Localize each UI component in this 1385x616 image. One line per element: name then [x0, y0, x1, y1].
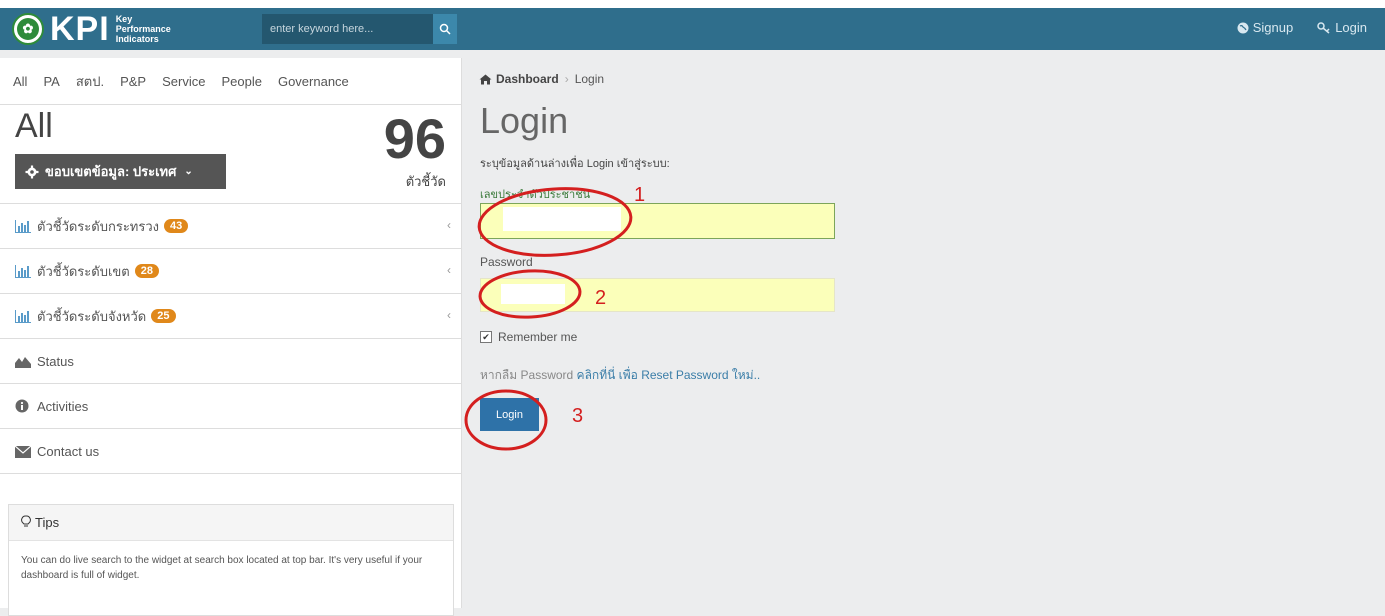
redacted-value — [503, 207, 621, 231]
lightbulb-icon — [21, 515, 31, 531]
indicator-count: 96 — [383, 107, 446, 170]
password-label: Password — [480, 255, 533, 269]
scope-label: ขอบเขตข้อมูล: ประเทศ — [45, 164, 177, 179]
redacted-value — [501, 284, 565, 304]
globe-icon — [1237, 22, 1249, 33]
top-navbar: ✿ KPI Key Performance Indicators enter k… — [0, 0, 1385, 50]
summary-heading: All — [15, 107, 53, 145]
category-tabs: All PA สตป. P&P Service People Governanc… — [0, 58, 461, 105]
indicator-count-label: ตัวชี้วัด — [405, 174, 446, 189]
tab-service[interactable]: Service — [154, 74, 213, 89]
home-icon — [479, 74, 492, 84]
tips-header: Tips — [9, 505, 453, 541]
tab-all[interactable]: All — [0, 74, 35, 89]
sidebar-item-label: Contact us — [37, 443, 100, 459]
breadcrumb: Dashboard › Login — [479, 72, 604, 86]
info-circle-icon — [15, 399, 31, 413]
tips-title: Tips — [35, 515, 60, 530]
login-button[interactable]: Login — [480, 398, 539, 431]
signup-link[interactable]: Signup — [1237, 20, 1293, 35]
login-label: Login — [1335, 20, 1367, 35]
search-button[interactable] — [433, 14, 457, 44]
ministry-emblem-icon: ✿ — [12, 13, 44, 45]
summary-panel: All ขอบเขตข้อมูล: ประเทศ ⌄ 96 ตัวชี้วัด — [0, 105, 461, 204]
search-icon — [439, 23, 451, 35]
password-field[interactable] — [480, 278, 835, 312]
logo-subtitle: Key Performance Indicators — [115, 14, 171, 44]
logo-text: KPI — [50, 10, 110, 48]
count-badge: 25 — [151, 309, 176, 323]
remember-me[interactable]: ✔ Remember me — [480, 330, 577, 344]
bar-chart-icon — [15, 219, 31, 233]
page-title: Login — [480, 100, 569, 141]
annotation-number-2: 2 — [595, 287, 607, 309]
remember-checkbox[interactable]: ✔ — [480, 331, 492, 343]
sidebar-item-activities[interactable]: Activities — [0, 384, 461, 429]
sidebar: All PA สตป. P&P Service People Governanc… — [0, 58, 462, 616]
tab-people[interactable]: People — [213, 74, 269, 89]
tips-panel: Tips You can do live search to the widge… — [8, 504, 454, 616]
envelope-icon — [15, 444, 31, 458]
login-instructions: ระบุข้อมูลด้านล่างเพื่อ Login เข้าสู่ระบ… — [480, 158, 670, 170]
sidebar-item-label: Activities — [37, 398, 89, 414]
tab-pnp[interactable]: P&P — [112, 74, 154, 89]
sidebar-item-contact[interactable]: Contact us — [0, 429, 461, 474]
annotation-number-3: 3 — [572, 405, 584, 427]
scope-dropdown[interactable]: ขอบเขตข้อมูล: ประเทศ ⌄ — [15, 154, 226, 189]
count-badge: 28 — [134, 264, 159, 278]
login-link[interactable]: Login — [1317, 20, 1367, 35]
chevron-left-icon: ‹ — [447, 308, 451, 322]
breadcrumb-home[interactable]: Dashboard — [496, 72, 559, 86]
sidebar-item-label: Status — [37, 353, 74, 369]
breadcrumb-current: Login — [574, 72, 605, 86]
gear-icon — [25, 165, 39, 178]
sidebar-item-status[interactable]: Status — [0, 339, 461, 384]
annotation-number-1: 1 — [634, 184, 646, 206]
key-icon — [1317, 21, 1330, 34]
remember-label: Remember me — [498, 330, 578, 344]
sidebar-item-label: ตัวชี้วัดระดับเขต — [37, 263, 130, 279]
breadcrumb-separator: › — [564, 72, 569, 86]
sidebar-item-province[interactable]: ตัวชี้วัดระดับจังหวัด 25 ‹ — [0, 294, 461, 339]
citizen-id-label: เลขประจำตัวประชาชน — [480, 189, 591, 201]
tab-pa[interactable]: PA — [35, 74, 67, 89]
top-links: Signup Login — [1237, 20, 1367, 35]
area-chart-icon — [15, 354, 31, 368]
bar-chart-icon — [15, 264, 31, 278]
reset-password-link[interactable]: คลิกที่นี่ เพื่อ Reset Password ใหม่.. — [577, 368, 761, 382]
chevron-down-icon: ⌄ — [184, 166, 193, 177]
main-content: Dashboard › Login Login ระบุข้อมูลด้านล่… — [462, 58, 1385, 608]
tab-governance[interactable]: Governance — [270, 74, 357, 89]
tips-body: You can do live search to the widget at … — [21, 555, 423, 581]
bar-chart-icon — [15, 309, 31, 323]
chevron-left-icon: ‹ — [447, 218, 451, 232]
kpi-logo[interactable]: ✿ KPI Key Performance Indicators — [12, 12, 186, 46]
tab-sortp[interactable]: สตป. — [68, 71, 112, 92]
search-input[interactable]: enter keyword here... — [262, 14, 434, 44]
sidebar-item-region[interactable]: ตัวชี้วัดระดับเขต 28 ‹ — [0, 249, 461, 294]
count-badge: 43 — [164, 219, 189, 233]
signup-label: Signup — [1252, 20, 1294, 35]
forgot-prefix: หากลืม Password — [480, 368, 574, 382]
sidebar-item-ministry[interactable]: ตัวชี้วัดระดับกระทรวง 43 ‹ — [0, 204, 461, 249]
chevron-left-icon: ‹ — [447, 263, 451, 277]
forgot-password: หากลืม Password คลิกที่นี่ เพื่อ Reset P… — [480, 366, 760, 385]
citizen-id-field[interactable] — [480, 203, 835, 239]
sidebar-item-label: ตัวชี้วัดระดับจังหวัด — [37, 308, 147, 324]
sidebar-item-label: ตัวชี้วัดระดับกระทรวง — [37, 218, 160, 234]
